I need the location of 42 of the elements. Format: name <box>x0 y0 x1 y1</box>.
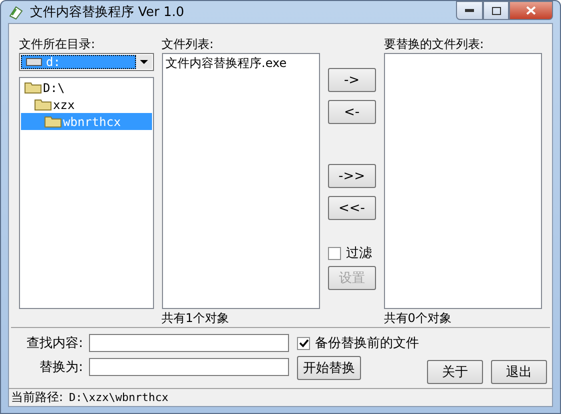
move-button[interactable]: <- <box>328 100 376 124</box>
find-label: 查找内容: <box>26 335 83 352</box>
status-path: D:\xzx\wbnrthcx <box>69 391 168 404</box>
caret-icon <box>140 60 148 64</box>
backup-label: 备份替换前的文件 <box>315 335 419 352</box>
replace-label: 替换为: <box>38 359 83 376</box>
folder-tree[interactable]: D:\ xzx wbnrthcx <box>19 77 154 309</box>
filter-label: 过滤 <box>346 245 372 262</box>
about-button[interactable]: 关于 <box>427 360 483 384</box>
check-icon <box>298 338 308 348</box>
maximize-button[interactable] <box>483 1 509 20</box>
file-item[interactable]: 文件内容替换程序.exe <box>164 55 318 72</box>
folder-icon <box>24 81 42 94</box>
status-label: 当前路径: <box>11 389 64 406</box>
close-icon <box>526 6 536 15</box>
tree-item[interactable]: D:\ <box>21 79 152 96</box>
maximize-icon <box>492 6 500 14</box>
target-list-label: 要替换的文件列表: <box>384 36 485 53</box>
move-button[interactable]: ->> <box>328 164 376 188</box>
file-list[interactable]: 文件内容替换程序.exe <box>162 53 320 309</box>
tree-item[interactable]: xzx <box>21 96 152 113</box>
minimize-icon <box>465 9 474 12</box>
close-button[interactable] <box>509 1 553 20</box>
move-button[interactable]: -> <box>328 68 376 92</box>
exit-button[interactable]: 退出 <box>491 360 547 384</box>
backup-checkbox[interactable] <box>297 336 310 350</box>
find-field[interactable] <box>89 334 289 352</box>
replace-field[interactable] <box>89 358 289 376</box>
folder-icon <box>44 115 62 128</box>
object-count: 共有1个对象 <box>162 310 230 327</box>
folder-icon <box>34 98 52 111</box>
file-list-label: 文件列表: <box>162 36 215 53</box>
target-file-list[interactable] <box>384 53 542 309</box>
drive-icon <box>26 57 42 67</box>
object-count: 共有0个对象 <box>384 310 452 327</box>
move-button[interactable]: <<- <box>328 196 376 220</box>
app-icon <box>8 4 24 20</box>
filter-checkbox[interactable] <box>328 246 341 260</box>
start-replace-button[interactable]: 开始替换 <box>297 356 361 380</box>
directory-label: 文件所在目录: <box>19 36 96 53</box>
window-title: 文件内容替换程序 Ver 1.0 <box>30 4 184 21</box>
minimize-button[interactable] <box>456 1 483 20</box>
